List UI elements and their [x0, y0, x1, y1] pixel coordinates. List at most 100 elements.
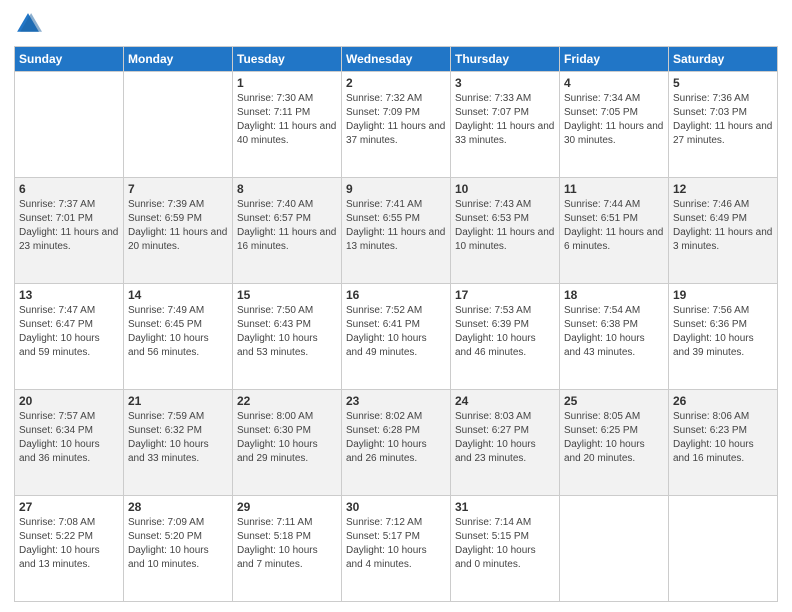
day-info: Sunrise: 7:40 AM Sunset: 6:57 PM Daylight:… [237, 198, 337, 254]
day-number: 23 [346, 394, 446, 408]
sunset-text: Sunset: 7:09 PM [346, 107, 420, 118]
daylight-text: Daylight: 10 hours and 10 minutes. [128, 545, 209, 570]
day-number: 18 [564, 288, 664, 302]
sunrise-text: Sunrise: 7:08 AM [19, 517, 95, 528]
day-info: Sunrise: 7:54 AMSunset: 6:38 PMDaylight:… [564, 304, 664, 360]
sunset-text: Sunset: 6:45 PM [128, 319, 202, 330]
sunset-text: Sunset: 5:15 PM [455, 531, 529, 542]
day-cell: 29Sunrise: 7:11 AMSunset: 5:18 PMDayligh… [233, 496, 342, 602]
day-info: Sunrise: 7:37 AMSunset: 7:01 PMDaylight:… [19, 198, 119, 254]
sunset-text: Sunset: 6:43 PM [237, 319, 311, 330]
day-cell: 8Sunrise: 7:40 AMSunset: 6:57 PMDaylight… [233, 178, 342, 284]
sunrise-text: Sunrise: 7:39 AM [128, 199, 204, 210]
day-cell: 21Sunrise: 7:59 AMSunset: 6:32 PMDayligh… [124, 390, 233, 496]
day-info: Sunrise: 8:00 AMSunset: 6:30 PMDaylight:… [237, 410, 337, 466]
daylight-text: Daylight: 10 hours and 39 minutes. [673, 333, 754, 358]
sunset-text: Sunset: 6:23 PM [673, 425, 747, 436]
daylight-text: Daylight: 11 hours and 37 minutes. [346, 121, 445, 146]
day-cell: 26Sunrise: 8:06 AMSunset: 6:23 PMDayligh… [669, 390, 778, 496]
day-cell: 16Sunrise: 7:52 AMSunset: 6:41 PMDayligh… [342, 284, 451, 390]
day-number: 12 [673, 182, 773, 196]
day-cell: 10 Sunrise: 7:43 AMSunset: 6:53 PMDayligh… [451, 178, 560, 284]
sunset-text: Sunset: 6:47 PM [19, 319, 93, 330]
sunset-text: Sunset: 6:49 PM [673, 213, 747, 224]
sunrise-text: Sunrise: 7:37 AM [19, 199, 95, 210]
sunset-text: Sunset: 6:34 PM [19, 425, 93, 436]
daylight-text: Daylight: 10 hours and 46 minutes. [455, 333, 536, 358]
week-row-2: 6 Sunrise: 7:37 AMSunset: 7:01 PMDaylight… [15, 178, 778, 284]
day-info: Sunrise: 7:53 AMSunset: 6:39 PMDaylight:… [455, 304, 555, 360]
daylight-text: Daylight: 11 hours and 10 minutes. [455, 227, 554, 252]
day-cell: 27Sunrise: 7:08 AMSunset: 5:22 PMDayligh… [15, 496, 124, 602]
day-cell: 7Sunrise: 7:39 AMSunset: 6:59 PMDaylight… [124, 178, 233, 284]
sunset-text: Sunset: 5:22 PM [19, 531, 93, 542]
sunrise-text: Sunrise: 7:53 AM [455, 305, 531, 316]
day-cell: 24Sunrise: 8:03 AMSunset: 6:27 PMDayligh… [451, 390, 560, 496]
day-cell: 23 Sunrise: 8:02 AMSunset: 6:28 PMDayligh… [342, 390, 451, 496]
sunset-text: Sunset: 6:30 PM [237, 425, 311, 436]
day-cell: 3Sunrise: 7:33 AMSunset: 7:07 PMDaylight… [451, 72, 560, 178]
daylight-text: Daylight: 10 hours and 43 minutes. [564, 333, 645, 358]
day-cell: 20Sunrise: 7:57 AMSunset: 6:34 PMDayligh… [15, 390, 124, 496]
column-header-saturday: Saturday [669, 47, 778, 72]
day-number: 22 [237, 394, 337, 408]
daylight-text: Daylight: 10 hours and 59 minutes. [19, 333, 100, 358]
sunrise-text: Sunrise: 7:47 AM [19, 305, 95, 316]
day-number: 10 [455, 182, 555, 196]
daylight-text: Daylight: 10 hours and 23 minutes. [455, 439, 536, 464]
day-cell: 4Sunrise: 7:34 AMSunset: 7:05 PMDaylight… [560, 72, 669, 178]
column-header-monday: Monday [124, 47, 233, 72]
day-info: Sunrise: 7:47 AM Sunset: 6:47 PM Daylight:… [19, 304, 119, 360]
day-info: Sunrise: 7:59 AMSunset: 6:32 PMDaylight:… [128, 410, 228, 466]
sunrise-text: Sunrise: 7:43 AM [455, 199, 531, 210]
day-info: Sunrise: 7:36 AMSunset: 7:03 PMDaylight:… [673, 92, 773, 148]
daylight-text: Daylight: 11 hours and 40 minutes. [237, 121, 336, 146]
day-info: Sunrise: 7:39 AMSunset: 6:59 PMDaylight:… [128, 198, 228, 254]
day-cell: 6 Sunrise: 7:37 AMSunset: 7:01 PMDaylight… [15, 178, 124, 284]
day-info: Sunrise: 7:41 AMSunset: 6:55 PMDaylight:… [346, 198, 446, 254]
day-info: Sunrise: 7:43 AMSunset: 6:53 PMDaylight:… [455, 198, 555, 254]
day-info: Sunrise: 7:56 AMSunset: 6:36 PMDaylight:… [673, 304, 773, 360]
day-number: 19 [673, 288, 773, 302]
sunrise-text: Sunrise: 7:57 AM [19, 411, 95, 422]
sunset-text: Sunset: 5:17 PM [346, 531, 420, 542]
daylight-text: Daylight: 10 hours and 33 minutes. [128, 439, 209, 464]
daylight-text: Daylight: 11 hours and 27 minutes. [673, 121, 772, 146]
day-cell: 1Sunrise: 7:30 AMSunset: 7:11 PMDaylight… [233, 72, 342, 178]
daylight-text: Daylight: 10 hours and 26 minutes. [346, 439, 427, 464]
day-number: 6 [19, 182, 119, 196]
week-row-1: 1Sunrise: 7:30 AMSunset: 7:11 PMDaylight… [15, 72, 778, 178]
sunrise-text: Sunrise: 7:40 AM [237, 199, 313, 210]
daylight-text: Daylight: 11 hours and 20 minutes. [128, 227, 227, 252]
day-cell: 19 Sunrise: 7:56 AMSunset: 6:36 PMDayligh… [669, 284, 778, 390]
week-row-3: 13Sunrise: 7:47 AMSunset: 6:47 PMDayligh… [15, 284, 778, 390]
day-cell: 28Sunrise: 7:09 AMSunset: 5:20 PMDayligh… [124, 496, 233, 602]
day-cell: 31Sunrise: 7:14 AMSunset: 5:15 PMDayligh… [451, 496, 560, 602]
daylight-text: Daylight: 10 hours and 16 minutes. [673, 439, 754, 464]
sunrise-text: Sunrise: 7:56 AM [673, 305, 749, 316]
sunset-text: Sunset: 6:28 PM [346, 425, 420, 436]
day-info: Sunrise: 8:02 AMSunset: 6:28 PMDaylight:… [346, 410, 446, 466]
daylight-text: Daylight: 11 hours and 16 minutes. [237, 227, 336, 252]
sunrise-text: Sunrise: 7:49 AM [128, 305, 204, 316]
sunset-text: Sunset: 6:57 PM [237, 213, 311, 224]
day-info: Sunrise: 7:12 AMSunset: 5:17 PMDaylight:… [346, 516, 446, 572]
day-number: 5 [673, 76, 773, 90]
day-cell: 17Sunrise: 7:53 AMSunset: 6:39 PMDayligh… [451, 284, 560, 390]
day-number: 30 [346, 500, 446, 514]
day-number: 3 [455, 76, 555, 90]
sunrise-text: Sunrise: 7:44 AM [564, 199, 640, 210]
sunrise-text: Sunrise: 7:12 AM [346, 517, 422, 528]
sunrise-text: Sunrise: 7:32 AM [346, 93, 422, 104]
day-info: Sunrise: 7:49 AMSunset: 6:45 PMDaylight:… [128, 304, 228, 360]
day-cell: 30Sunrise: 7:12 AMSunset: 5:17 PMDayligh… [342, 496, 451, 602]
day-number: 26 [673, 394, 773, 408]
daylight-text: Daylight: 11 hours and 3 minutes. [673, 227, 772, 252]
sunrise-text: Sunrise: 7:46 AM [673, 199, 749, 210]
sunrise-text: Sunrise: 8:05 AM [564, 411, 640, 422]
day-info: Sunrise: 7:09 AMSunset: 5:20 PMDaylight:… [128, 516, 228, 572]
day-number: 11 [564, 182, 664, 196]
day-info: Sunrise: 7:46 AM Sunset: 6:49 PM Daylight:… [673, 198, 773, 254]
day-cell: 15Sunrise: 7:50 AMSunset: 6:43 PMDayligh… [233, 284, 342, 390]
day-cell: 14Sunrise: 7:49 AMSunset: 6:45 PMDayligh… [124, 284, 233, 390]
